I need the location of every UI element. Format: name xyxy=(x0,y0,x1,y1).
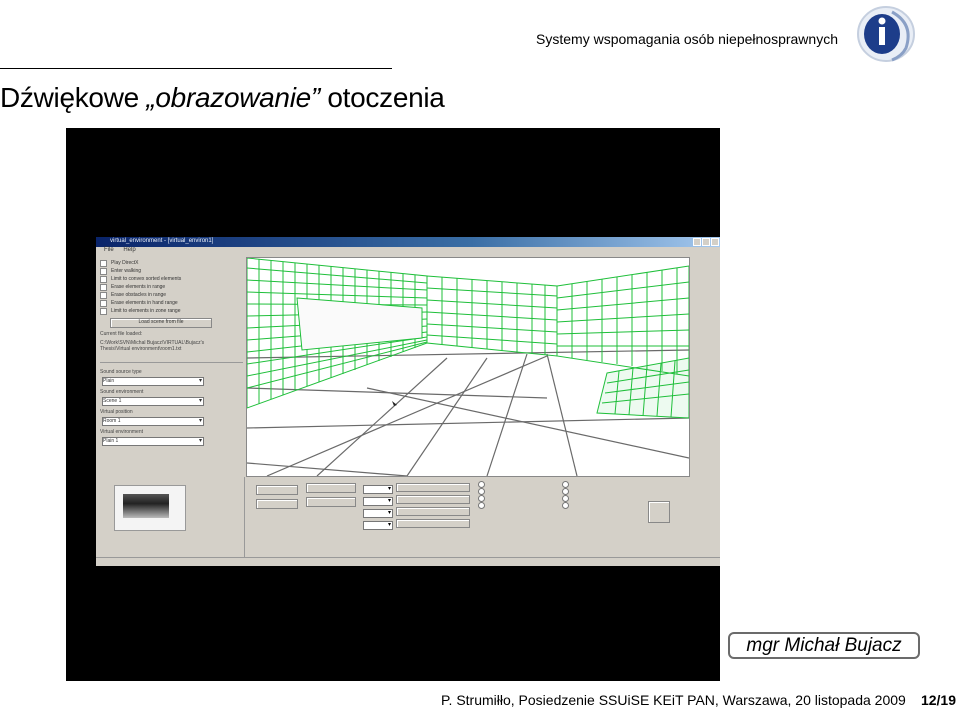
radio-option-4[interactable] xyxy=(478,502,487,509)
sound-environment-select[interactable]: Scene 1 xyxy=(102,397,204,406)
radio-option-7[interactable] xyxy=(562,495,571,502)
window-controls xyxy=(693,238,719,246)
title-suffix: otoczenia xyxy=(319,82,445,113)
radio-option-3[interactable] xyxy=(478,495,487,502)
title-prefix: Dźwiękowe xyxy=(0,82,147,113)
app-statusbar xyxy=(96,557,720,566)
author-caption: mgr Michał Bujacz xyxy=(728,632,920,659)
checkbox-erase-hand[interactable]: Erase elements in hand range xyxy=(100,299,243,307)
panel-button-5[interactable] xyxy=(396,483,470,492)
app-menubar: File Help xyxy=(96,247,720,256)
footer-text: P. Strumiłło, Posiedzenie SSUiSE KEiT PA… xyxy=(441,692,906,708)
panel-button-6[interactable] xyxy=(396,495,470,504)
app-window-title: virtual_environment - [virtual_environ1] xyxy=(110,238,214,244)
header-divider xyxy=(0,68,392,69)
3d-room-render xyxy=(247,258,689,476)
radio-option-8[interactable] xyxy=(562,502,571,509)
title-italic-word: „obrazowanie” xyxy=(146,82,320,113)
menu-help[interactable]: Help xyxy=(123,247,135,253)
radio-option-2[interactable] xyxy=(478,488,487,495)
sound-source-select[interactable]: Plain xyxy=(102,377,204,386)
menu-file[interactable]: File xyxy=(104,247,114,253)
value-field-2[interactable] xyxy=(363,497,393,506)
panel-button-1[interactable] xyxy=(256,485,298,495)
checkbox-limit-convex[interactable]: Limit to convex sorted elements xyxy=(100,275,243,283)
slide-title: Dźwiękowe „obrazowanie” otoczenia xyxy=(0,82,445,114)
app-titlebar: virtual_environment - [virtual_environ1] xyxy=(96,237,720,247)
select-label-source: Sound source type xyxy=(100,369,142,375)
video-frame[interactable]: virtual_environment - [virtual_environ1]… xyxy=(66,128,720,681)
file-path: C:\Work\SVN\Michal Bujacz\VIRTUAL\Bujacz… xyxy=(100,340,205,352)
panel-button-7[interactable] xyxy=(396,507,470,516)
virtual-environment-select[interactable]: Plain 1 xyxy=(102,437,204,446)
value-field-3[interactable] xyxy=(363,509,393,518)
select-label-position: Virtual position xyxy=(100,409,133,415)
checkbox-walking[interactable]: Enter walking xyxy=(100,267,243,275)
select-label-environment: Sound environment xyxy=(100,389,144,395)
panel-button-9[interactable] xyxy=(648,501,670,523)
settings-panel: Play DirectX Enter walking Limit to conv… xyxy=(100,259,243,467)
3d-viewport[interactable] xyxy=(246,257,690,477)
app-window: virtual_environment - [virtual_environ1]… xyxy=(96,237,720,566)
checkbox-play[interactable]: Play DirectX xyxy=(100,259,243,267)
radio-option-6[interactable] xyxy=(562,488,571,495)
value-field-1[interactable] xyxy=(363,485,393,494)
panel-button-8[interactable] xyxy=(396,519,470,528)
file-label: Current file loaded: xyxy=(100,331,143,337)
value-field-4[interactable] xyxy=(363,521,393,530)
ie-logo-icon xyxy=(857,6,915,62)
radio-option-1[interactable] xyxy=(478,481,487,488)
page-number: 12/19 xyxy=(920,692,956,708)
panel-button-4[interactable] xyxy=(306,497,356,507)
minimize-icon[interactable] xyxy=(693,238,701,246)
organization-header-text: Systemy wspomagania osób niepełnosprawny… xyxy=(536,31,838,47)
load-scene-button[interactable]: Load scene from file xyxy=(110,318,212,328)
checkbox-erase-elements[interactable]: Erase elements in range xyxy=(100,283,243,291)
panel-button-3[interactable] xyxy=(306,483,356,493)
control-panel xyxy=(96,477,720,557)
close-icon[interactable] xyxy=(711,238,719,246)
virtual-position-select[interactable]: Room 1 xyxy=(102,417,204,426)
checkbox-limit-zone[interactable]: Limit to elements in zone range xyxy=(100,307,243,315)
panel-button-2[interactable] xyxy=(256,499,298,509)
radio-option-5[interactable] xyxy=(562,481,571,488)
checkbox-erase-obstacles[interactable]: Erase obstacles in range xyxy=(100,291,243,299)
select-label-virtual-env: Virtual environment xyxy=(100,429,143,435)
maximize-icon[interactable] xyxy=(702,238,710,246)
depth-preview xyxy=(114,485,186,531)
